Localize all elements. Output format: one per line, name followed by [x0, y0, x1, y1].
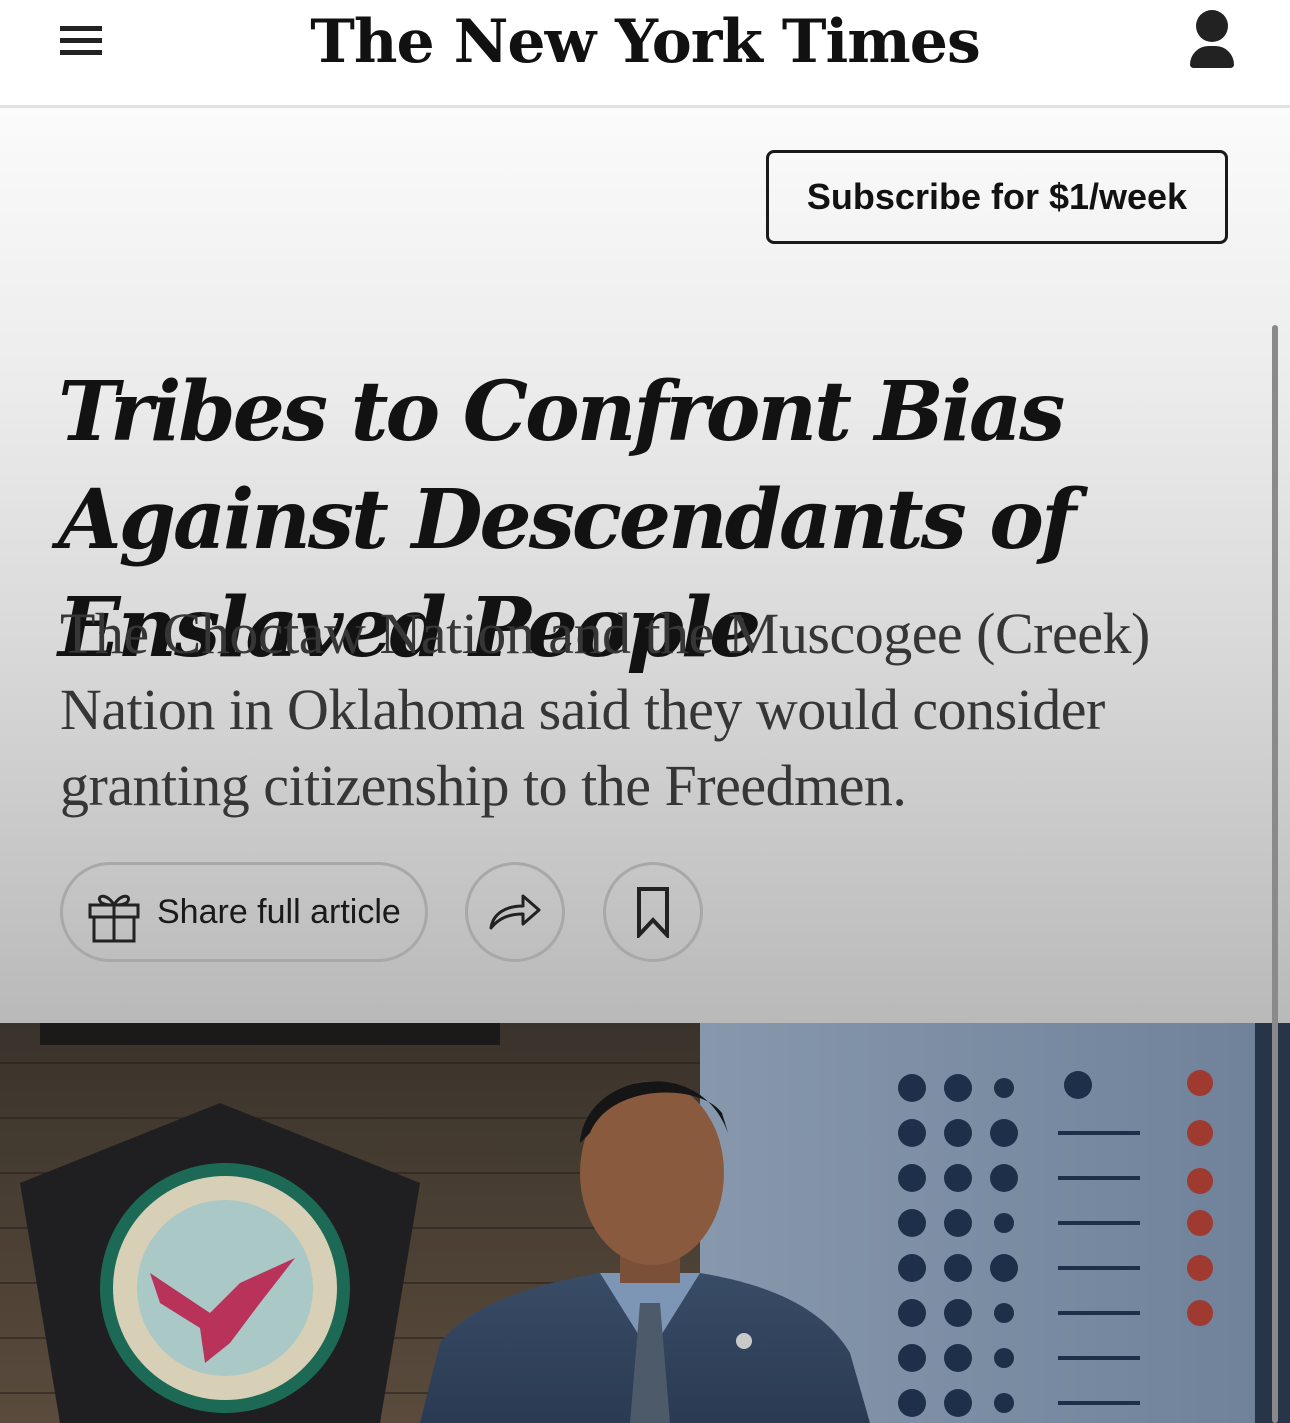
article-summary: The Choctaw Nation and the Muscogee (Cre…	[60, 601, 1150, 818]
share-full-article-label: Share full article	[157, 893, 401, 931]
article-page: The New York Times Subscribe for $1/week…	[0, 0, 1290, 1423]
save-bookmark-button[interactable]	[603, 862, 703, 962]
share-arrow-icon	[489, 894, 541, 930]
share-button[interactable]	[465, 862, 565, 962]
bookmark-icon	[637, 887, 669, 938]
subscribe-button[interactable]: Subscribe for $1/week	[766, 150, 1228, 244]
nyt-logo[interactable]: The New York Times	[0, 2, 1290, 82]
user-account-icon[interactable]	[1188, 10, 1236, 70]
page-scrollbar[interactable]	[1272, 325, 1278, 1423]
share-full-article-button[interactable]: Share full article	[60, 862, 428, 962]
article-hero: Subscribe for $1/week Tribes to Confront…	[0, 108, 1290, 1023]
gift-icon	[88, 894, 140, 943]
lead-photo	[0, 1023, 1290, 1423]
lead-photo-image	[0, 1023, 1290, 1423]
masthead-bar: The New York Times	[0, 0, 1290, 108]
